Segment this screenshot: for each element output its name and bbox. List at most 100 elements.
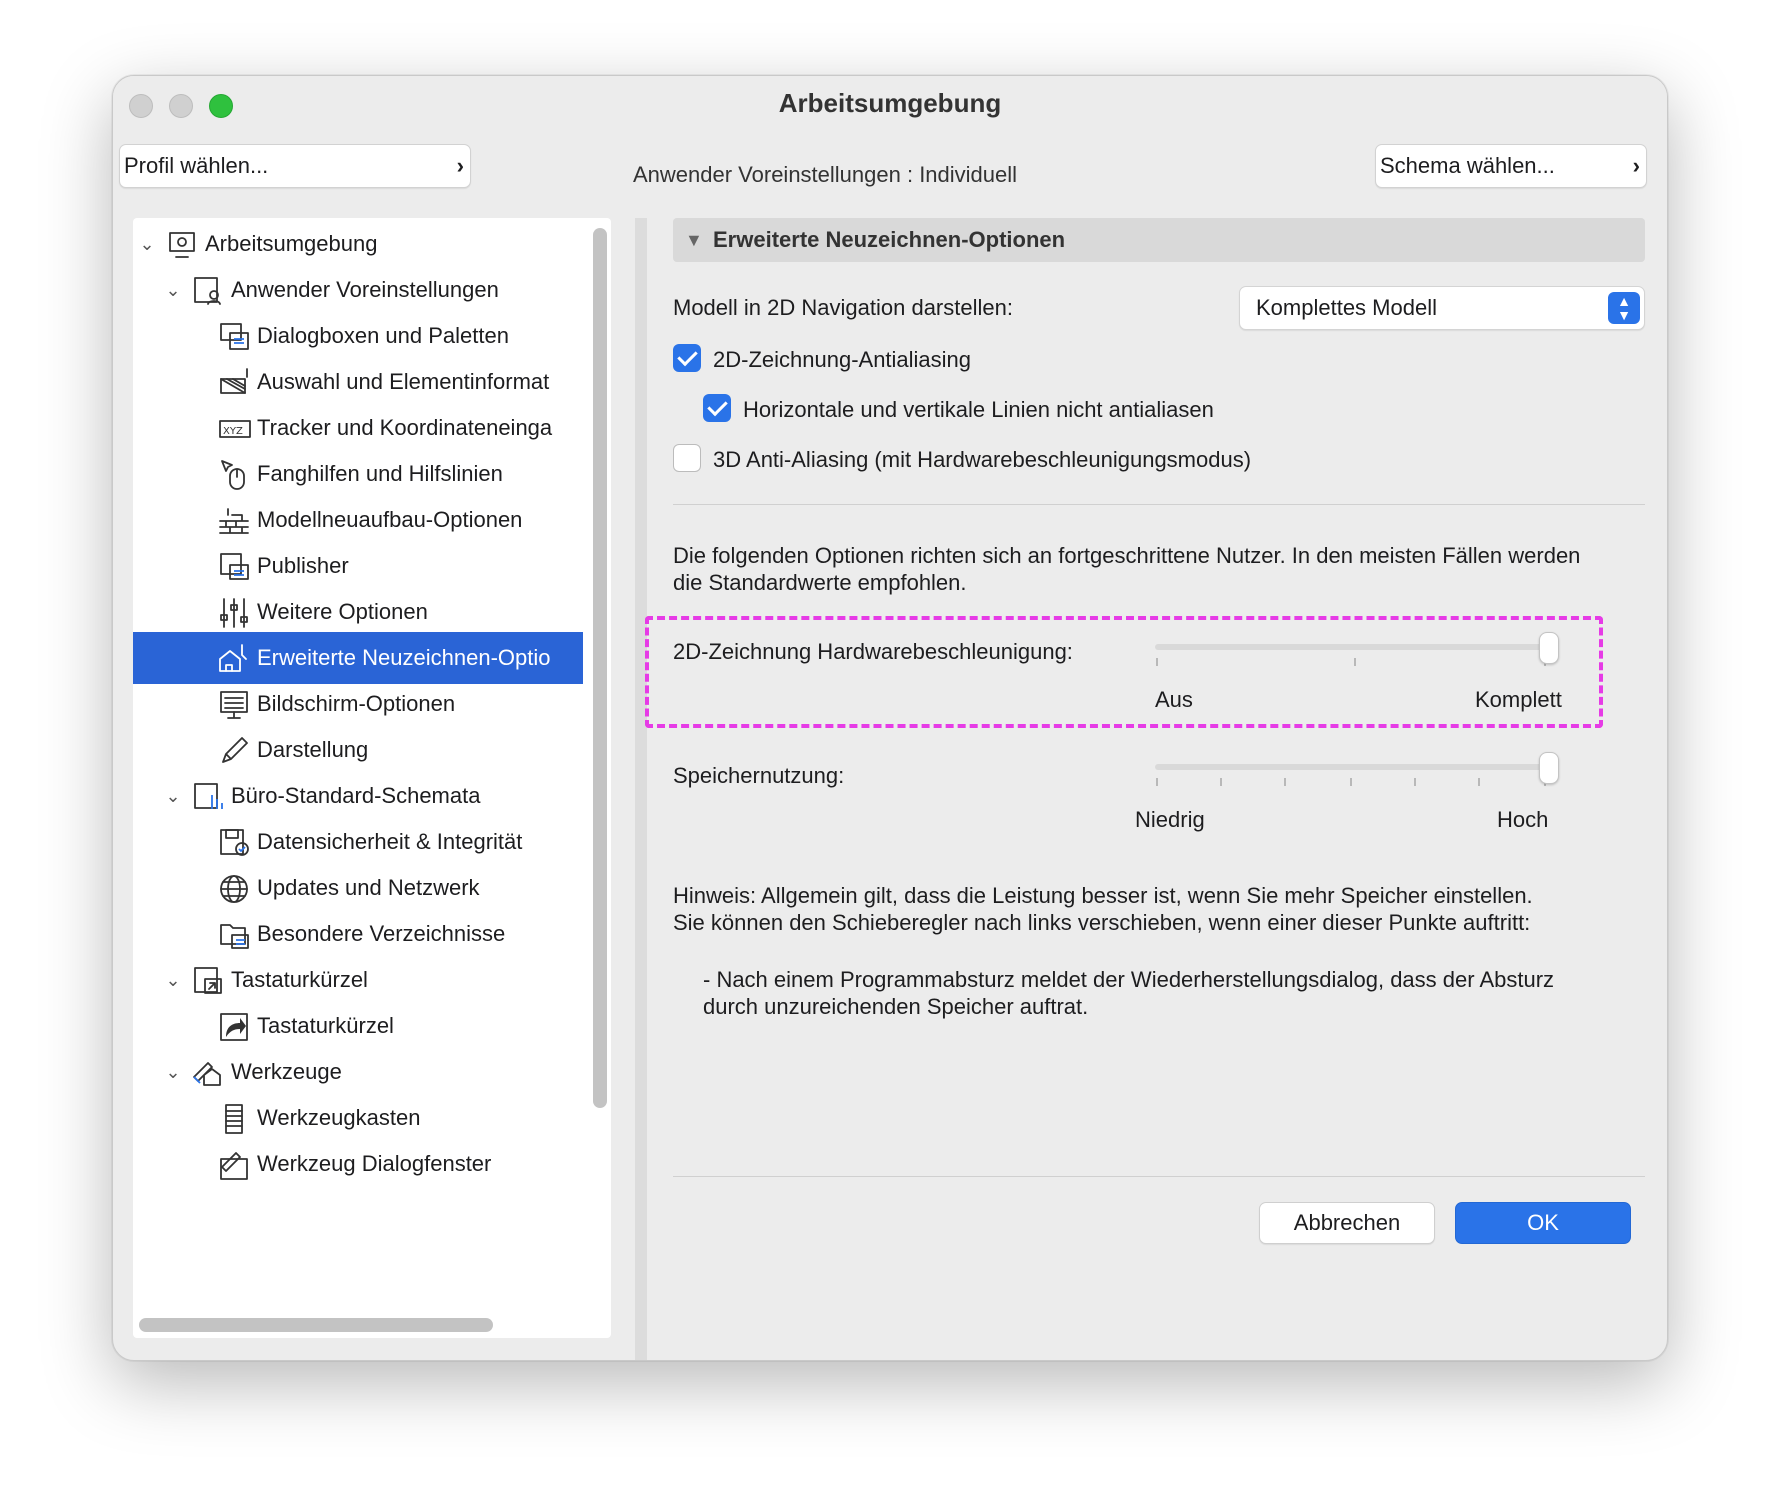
sidebar-item-label: Darstellung [257,737,369,762]
preferences-window: Arbeitsumgebung Profil wählen... › Anwen… [112,75,1668,1361]
sidebar-item-label: Erweiterte Neuzeichnen-Optio [257,645,551,670]
sidebar-item-label: Besondere Verzeichnisse [257,921,506,946]
sidebar-item-label: Auswahl und Elementinformat [257,369,550,394]
sidebar-item-label: Tastaturkürzel [257,1013,394,1038]
sidebar-item-label: Anwender Voreinstellungen [231,277,499,302]
split-divider[interactable] [635,218,647,1360]
cancel-button[interactable]: Abbrechen [1259,1202,1435,1244]
model-nav-label: Modell in 2D Navigation darstellen: [673,295,1013,320]
globe-icon [217,872,251,904]
sidebar-item[interactable]: Bildschirm-Optionen [133,678,583,730]
keyboard-shortcut-icon [191,964,225,996]
hw-accel-min-label: Aus [1155,687,1193,712]
sidebar-item-label: Publisher [257,553,349,578]
sidebar-item[interactable]: ⌄ Werkzeuge [133,1046,583,1098]
footer-separator [673,1176,1645,1177]
sidebar-item-label: Werkzeug Dialogfenster [257,1151,492,1176]
dialogs-icon [217,320,251,352]
section-title: Erweiterte Neuzeichnen-Optionen [713,227,1066,252]
slider-tick [1156,658,1158,666]
sidebar-item[interactable]: Updates und Netzwerk [133,862,583,914]
sidebar-item[interactable]: Werkzeugkasten [133,1092,583,1144]
redraw-icon [217,642,251,674]
updown-arrows-icon: ▲ ▼ [1608,292,1640,324]
hint-line-2: Sie können den Schieberegler nach links … [673,910,1531,935]
publisher-icon [217,550,251,582]
hw-accel-slider-track[interactable] [1155,644,1549,650]
sidebar-item[interactable]: Werkzeug Dialogfenster [133,1138,583,1190]
sidebar-item[interactable]: Weitere Optionen [133,586,583,638]
antialiasing-2d-label: 2D-Zeichnung-Antialiasing [713,347,972,372]
schema-select-button[interactable]: Schema wählen... › [1375,144,1647,188]
sidebar-item-label: Modellneuaufbau-Optionen [257,507,523,532]
chevron-right-icon: › [456,153,464,178]
sidebar-item-label: Tastaturkürzel [231,967,368,992]
hw-accel-label: 2D-Zeichnung Hardwarebeschleunigung: [673,639,1073,664]
save-check-icon [217,826,251,858]
mouse-icon [217,458,251,490]
profile-select-button[interactable]: Profil wählen... › [119,144,471,188]
sidebar-item-label: Arbeitsumgebung [205,231,378,256]
tree-vertical-scrollbar[interactable] [593,228,607,1108]
chevron-down-icon[interactable]: ⌄ [163,1046,183,1098]
user-prefs-status: Anwender Voreinstellungen : Individuell [633,162,1018,187]
sidebar-item[interactable]: Dialogboxen und Paletten [133,310,583,362]
ok-button[interactable]: OK [1455,1202,1631,1244]
sidebar-item[interactable]: Erweiterte Neuzeichnen-Optio [133,632,583,684]
sidebar-item-label: Datensicherheit & Integrität [257,829,523,854]
sidebar-item[interactable]: Darstellung [133,724,583,776]
memory-slider-thumb[interactable] [1539,752,1559,784]
bricks-icon [217,504,251,536]
shortcut-arrow-icon [217,1010,251,1042]
window-title: Arbeitsumgebung [778,88,1002,118]
chevron-right-icon: › [1632,153,1640,178]
sidebar-item[interactable]: ⌄ Anwender Voreinstellungen [133,264,583,316]
profile-select-label: Profil wählen... [124,153,269,178]
sidebar-item-label: Dialogboxen und Paletten [257,323,509,348]
slider-tick [1414,778,1416,786]
no-aa-hv-lines-checkbox[interactable] [703,394,731,422]
xyz-icon: XYZ [217,412,251,444]
tools-icon [191,1056,225,1088]
chevron-down-icon[interactable]: ⌄ [163,770,183,822]
antialiasing-3d-checkbox[interactable] [673,444,701,472]
separator [673,504,1645,505]
sidebar-item[interactable]: ⌄ Büro-Standard-Schemata [133,770,583,822]
sidebar-item-label: Updates und Netzwerk [257,875,480,900]
chevron-down-icon[interactable]: ⌄ [137,218,157,270]
workspace-icon [165,228,199,260]
sidebar-item[interactable]: ⌄ Arbeitsumgebung [133,218,583,270]
sidebar-item-label: Weitere Optionen [257,599,428,624]
sidebar-item-label: Büro-Standard-Schemata [231,783,481,808]
schema-select-label: Schema wählen... [1380,153,1555,178]
sidebar-item-label: Werkzeugkasten [257,1105,421,1130]
sidebar-item[interactable]: ⌄ Tastaturkürzel [133,954,583,1006]
slider-tick [1284,778,1286,786]
sidebar-item[interactable]: Auswahl und Elementinformat [133,356,583,408]
slider-tick [1354,658,1356,666]
advanced-note: Die folgenden Optionen richten sich an f… [673,543,1581,595]
memory-slider-track[interactable] [1155,764,1549,770]
chevron-down-icon[interactable]: ⌄ [163,264,183,316]
tree-horizontal-scrollbar[interactable] [139,1318,493,1332]
sidebar-item[interactable]: Datensicherheit & Integrität [133,816,583,868]
hint-bullet-line-2: durch unzureichenden Speicher auftrat. [703,994,1089,1019]
sidebar-item[interactable]: Besondere Verzeichnisse [133,908,583,960]
sidebar-item[interactable]: XYZ Tracker und Koordinateneinga [133,402,583,454]
sidebar-item[interactable]: Tastaturkürzel [133,1000,583,1052]
chevron-down-icon[interactable]: ⌄ [163,954,183,1006]
sidebar-item[interactable]: Modellneuaufbau-Optionen [133,494,583,546]
sidebar-item[interactable]: Publisher [133,540,583,592]
selection-info-icon [217,366,251,398]
model-nav-select[interactable]: Komplettes Modell ▲ ▼ [1239,286,1645,330]
hint-line-1: Hinweis: Allgemein gilt, dass die Leistu… [673,883,1533,908]
slider-tick [1220,778,1222,786]
section-header[interactable]: ▼ Erweiterte Neuzeichnen-Optionen [673,218,1645,262]
antialiasing-2d-checkbox[interactable] [673,344,701,372]
sidebar-item[interactable]: Fanghilfen und Hilfslinien [133,448,583,500]
memory-min-label: Niedrig [1135,807,1205,832]
highlight-box [645,616,1603,728]
tool-dialog-icon [217,1148,251,1180]
hw-accel-slider-thumb[interactable] [1539,632,1559,664]
user-prefs-icon [191,274,225,306]
